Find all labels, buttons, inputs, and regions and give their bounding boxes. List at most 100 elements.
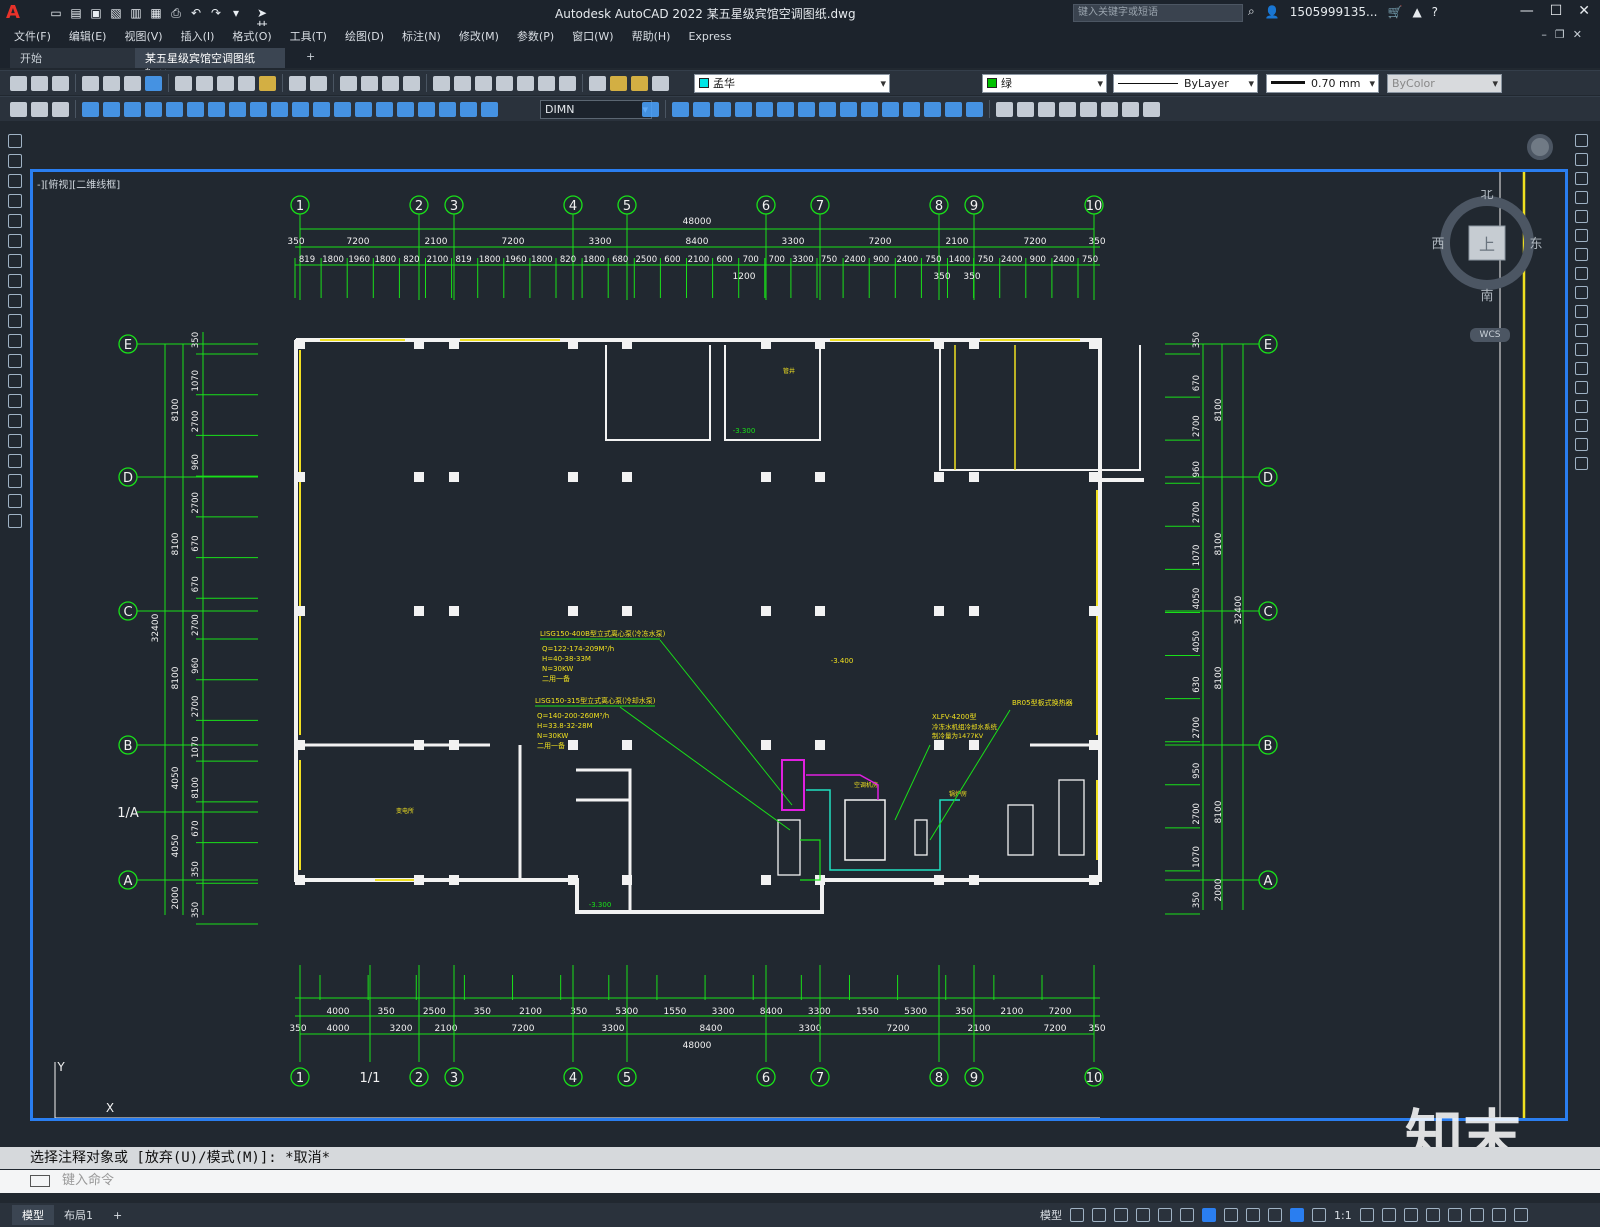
move-icon[interactable]	[1574, 229, 1588, 242]
zoom-realtime-icon[interactable]	[361, 75, 378, 91]
extend-icon[interactable]	[861, 101, 878, 117]
undo-icon[interactable]	[289, 75, 306, 91]
command-input[interactable]: 键入命令	[0, 1170, 1600, 1193]
rotate-icon[interactable]	[1574, 248, 1588, 261]
chamfer-icon[interactable]	[1574, 400, 1588, 413]
redo-icon[interactable]	[310, 75, 327, 91]
tool-palettes-icon[interactable]	[475, 75, 492, 91]
draw-order-under-icon[interactable]	[1059, 101, 1076, 117]
user-name[interactable]: 1505999135...	[1290, 5, 1378, 19]
maximize-icon[interactable]: ☐	[1550, 3, 1563, 19]
compass-south[interactable]: 南	[1480, 288, 1493, 304]
block-editor-icon[interactable]	[259, 75, 276, 91]
save-icon[interactable]	[52, 75, 69, 91]
tab-start[interactable]: 开始	[10, 48, 135, 68]
plot-icon[interactable]	[82, 75, 99, 91]
quick-dimension-icon[interactable]	[250, 101, 267, 117]
search-input[interactable]: 键入关键字或短语	[1073, 4, 1243, 22]
group-icon[interactable]	[1122, 101, 1139, 117]
scale-icon[interactable]	[1574, 267, 1588, 280]
minimize-icon[interactable]: —	[1520, 3, 1534, 19]
new-file-icon[interactable]: ▭	[48, 6, 64, 20]
dimension-edit-icon[interactable]	[439, 101, 456, 117]
selection-cycling-icon[interactable]	[1268, 1208, 1282, 1222]
menu-format[interactable]: 格式(O)	[232, 28, 271, 44]
aligned-dimension-icon[interactable]	[103, 101, 120, 117]
markup-icon[interactable]	[517, 75, 534, 91]
save-web-icon[interactable]: ▦	[148, 6, 164, 20]
help-icon[interactable]: ?	[1432, 5, 1438, 19]
dimension-text-edit-icon[interactable]	[460, 101, 477, 117]
units-icon[interactable]	[1403, 1208, 1418, 1222]
blend-curves-icon[interactable]	[1574, 438, 1588, 451]
diameter-dimension-icon[interactable]	[208, 101, 225, 117]
color-dropdown[interactable]: 绿 ▾	[982, 74, 1107, 93]
array-icon[interactable]	[735, 101, 752, 117]
menu-dimension[interactable]: 标注(N)	[402, 28, 441, 44]
pan-icon[interactable]	[340, 75, 357, 91]
print-icon[interactable]: ⎙	[168, 6, 184, 20]
compass-west[interactable]: 西	[1432, 237, 1445, 252]
tolerance-icon[interactable]	[355, 101, 372, 117]
dimension-update-icon[interactable]	[481, 101, 498, 117]
copy-icon[interactable]	[196, 75, 213, 91]
stretch-icon[interactable]	[819, 101, 836, 117]
paste-icon[interactable]	[217, 75, 234, 91]
layer-freeze-icon[interactable]	[631, 75, 648, 91]
object-snap-tracking-icon[interactable]	[1180, 1208, 1194, 1222]
explode-icon[interactable]	[1574, 457, 1588, 470]
menu-modify[interactable]: 修改(M)	[459, 28, 499, 44]
erase-icon[interactable]	[1574, 134, 1588, 147]
offset-icon[interactable]	[714, 101, 731, 117]
customize-icon[interactable]: ▾	[228, 6, 244, 20]
rotate-icon[interactable]	[777, 101, 794, 117]
autocad-logo-icon[interactable]: A	[6, 2, 28, 24]
layer-previous-icon[interactable]	[31, 101, 48, 117]
mirror-icon[interactable]	[693, 101, 710, 117]
compass-north[interactable]: 北	[1480, 190, 1493, 202]
rectangle-icon[interactable]	[8, 214, 22, 228]
layer-lock-icon[interactable]	[652, 75, 669, 91]
center-mark-icon[interactable]	[376, 101, 393, 117]
isodraft-icon[interactable]	[1158, 1208, 1172, 1222]
menu-insert[interactable]: 插入(I)	[181, 28, 215, 44]
menu-parametric[interactable]: 参数(P)	[517, 28, 554, 44]
open-file-icon[interactable]: ▤	[68, 6, 84, 20]
jogged-linear-icon[interactable]	[418, 101, 435, 117]
navigation-cube[interactable]: 上 北 南 东 西	[1432, 190, 1542, 310]
compass-east[interactable]: 东	[1529, 237, 1542, 252]
copy-icon[interactable]	[1574, 153, 1588, 166]
model-space-label[interactable]: 模型	[1040, 1207, 1062, 1223]
baseline-dimension-icon[interactable]	[271, 101, 288, 117]
new-icon[interactable]	[10, 75, 27, 91]
wcs-menu[interactable]: WCS	[1470, 328, 1510, 342]
tab-layout1[interactable]: 布局1	[54, 1205, 103, 1225]
ortho-icon[interactable]	[1114, 1208, 1128, 1222]
publish-icon[interactable]	[124, 75, 141, 91]
angular-dimension-icon[interactable]	[229, 101, 246, 117]
fillet-icon[interactable]	[1574, 419, 1588, 432]
menu-edit[interactable]: 编辑(E)	[69, 28, 107, 44]
save-icon[interactable]: ▣	[88, 6, 104, 20]
open-icon[interactable]	[31, 75, 48, 91]
fillet-icon[interactable]	[945, 101, 962, 117]
menu-file[interactable]: 文件(F)	[14, 28, 51, 44]
array-icon[interactable]	[1574, 210, 1588, 223]
tab-drawing[interactable]: 某五星级宾馆空调图纸*×	[135, 48, 285, 79]
linetype-dropdown[interactable]: ByLayer ▾	[1113, 74, 1258, 93]
menu-tools[interactable]: 工具(T)	[290, 28, 327, 44]
close-icon[interactable]: ✕	[1578, 3, 1590, 19]
menu-help[interactable]: 帮助(H)	[632, 28, 671, 44]
3d-print-icon[interactable]	[145, 75, 162, 91]
linear-dimension-icon[interactable]	[82, 101, 99, 117]
snap-icon[interactable]	[1092, 1208, 1106, 1222]
hardware-acceleration-icon[interactable]	[1469, 1208, 1484, 1222]
ellipse-arc-icon[interactable]	[8, 334, 22, 348]
break-icon[interactable]	[882, 101, 899, 117]
cart-icon[interactable]: 🛒	[1387, 5, 1402, 19]
object-snap-icon[interactable]	[1202, 1208, 1216, 1222]
lineweight-dropdown[interactable]: 0.70 mm ▾	[1266, 74, 1379, 93]
layer-dropdown[interactable]: 孟华 ▾	[694, 74, 890, 93]
user-icon[interactable]: 👤	[1265, 5, 1280, 19]
new-tab-button[interactable]: +	[296, 48, 325, 68]
